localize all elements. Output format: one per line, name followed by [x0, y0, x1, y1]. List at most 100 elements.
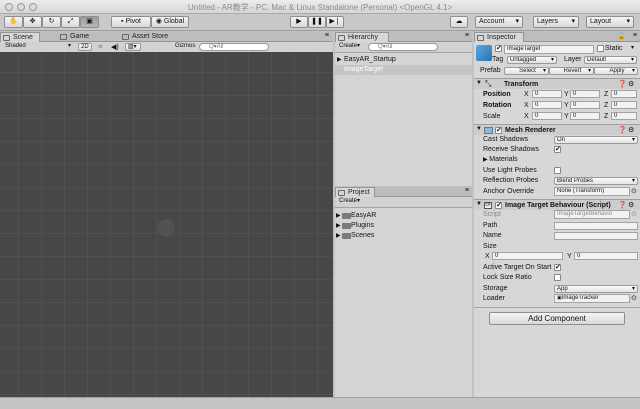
- expand-arrow-icon[interactable]: ▶: [337, 55, 342, 65]
- position-x-field[interactable]: 0: [532, 90, 562, 98]
- shading-dropdown[interactable]: Shaded ▾: [3, 43, 73, 51]
- lock-icon[interactable]: 🔒: [617, 32, 626, 40]
- play-button[interactable]: ▶: [290, 16, 308, 28]
- tab-project[interactable]: Project: [335, 187, 375, 197]
- prefab-revert-button[interactable]: Revert: [549, 67, 594, 75]
- layer-dropdown[interactable]: Default: [584, 56, 637, 64]
- mesh-renderer-enabled-checkbox[interactable]: ✔: [495, 127, 502, 134]
- scene-search-input[interactable]: Q▾All: [199, 43, 269, 51]
- tab-scene[interactable]: Scene: [0, 32, 40, 42]
- lighting-icon[interactable]: ☼: [97, 43, 103, 50]
- gear-icon[interactable]: ⚙: [628, 201, 634, 209]
- light-probes-checkbox[interactable]: [554, 167, 561, 174]
- image-target-header[interactable]: ▼ c# ✔ Image Target Behaviour (Script) ❓…: [474, 199, 640, 210]
- scene-viewport[interactable]: [0, 52, 333, 397]
- pause-button[interactable]: ❚❚: [308, 16, 326, 28]
- hierarchy-item-imagetarget[interactable]: ImageTarget: [335, 65, 472, 75]
- reflection-probes-dropdown[interactable]: Blend Probes: [554, 177, 638, 185]
- tab-asset-store[interactable]: Asset Store: [120, 32, 180, 42]
- effects-dropdown[interactable]: ▨▾: [125, 43, 141, 51]
- foldout-arrow-icon[interactable]: ▼: [476, 126, 482, 132]
- foldout-arrow-icon[interactable]: ▼: [476, 80, 482, 86]
- size-y-field[interactable]: 0: [574, 252, 638, 260]
- loader-field[interactable]: ▣ImageTracker: [554, 294, 630, 303]
- expand-arrow-icon[interactable]: ▶: [336, 211, 341, 221]
- image-target-enabled-checkbox[interactable]: ✔: [495, 202, 502, 209]
- name-field[interactable]: [554, 232, 638, 240]
- gear-icon[interactable]: ⚙: [628, 126, 634, 134]
- active-target-checkbox[interactable]: ✔: [554, 264, 561, 271]
- storage-dropdown[interactable]: App: [554, 285, 638, 293]
- scale-z-label: Z: [604, 113, 609, 120]
- move-tool-button[interactable]: ✥: [23, 16, 42, 28]
- position-z-field[interactable]: 0: [611, 90, 637, 98]
- path-field[interactable]: [554, 222, 638, 230]
- scale-z-field[interactable]: 0: [611, 112, 637, 120]
- chevron-down-icon[interactable]: ▾: [631, 44, 634, 51]
- toggle-2d-button[interactable]: 2D: [78, 43, 92, 51]
- hand-tool-button[interactable]: ✋: [4, 16, 23, 28]
- hierarchy-create-dropdown[interactable]: Create▾: [337, 43, 365, 51]
- panel-menu-icon[interactable]: ≡: [325, 32, 329, 39]
- tag-dropdown[interactable]: Untagged: [507, 56, 557, 64]
- reflection-probes-value: Blend Probes: [557, 178, 594, 184]
- anchor-override-field[interactable]: None (Transform): [554, 187, 630, 196]
- active-checkbox[interactable]: ✔: [495, 45, 502, 52]
- account-dropdown[interactable]: Account ▾: [475, 16, 523, 28]
- foldout-arrow-icon[interactable]: ▼: [476, 201, 482, 207]
- prefab-select-button[interactable]: Select: [504, 67, 549, 75]
- prefab-revert-label: Revert: [563, 68, 582, 74]
- expand-arrow-icon[interactable]: ▶: [336, 231, 341, 241]
- project-folder-scenes[interactable]: ▶ Scenes: [335, 231, 374, 241]
- pivot-label: Pivot: [125, 18, 141, 25]
- layout-dropdown[interactable]: Layout ▾: [586, 16, 634, 28]
- cloud-button[interactable]: ☁: [450, 16, 468, 28]
- hierarchy-search-input[interactable]: Q▾All: [368, 43, 438, 51]
- object-name-field[interactable]: ImageTarget: [504, 45, 594, 54]
- scale-tool-button[interactable]: ⤢: [61, 16, 80, 28]
- step-button[interactable]: ▶❘: [326, 16, 344, 28]
- project-folder-plugins[interactable]: ▶ Plugins: [335, 221, 374, 231]
- panel-menu-icon[interactable]: ≡: [465, 32, 469, 39]
- expand-arrow-icon[interactable]: ▶: [336, 221, 341, 231]
- rotation-y-field[interactable]: 0: [570, 101, 600, 109]
- scale-y-field[interactable]: 0: [570, 112, 600, 120]
- help-icon[interactable]: ❓: [618, 80, 627, 88]
- object-picker-icon[interactable]: ⊙: [631, 294, 637, 302]
- hierarchy-item-easyar-startup[interactable]: ▶ EasyAR_Startup: [335, 55, 472, 65]
- add-component-button[interactable]: Add Component: [489, 312, 625, 325]
- help-icon[interactable]: ❓: [618, 126, 627, 134]
- rotation-z-field[interactable]: 0: [611, 101, 637, 109]
- lock-size-ratio-checkbox[interactable]: [554, 274, 561, 281]
- tab-game[interactable]: Game: [58, 32, 98, 42]
- project-folder-easyar[interactable]: ▶ EasyAR: [335, 211, 376, 221]
- panel-menu-icon[interactable]: ≡: [633, 32, 637, 39]
- prefab-apply-button[interactable]: Apply: [594, 67, 638, 75]
- help-icon[interactable]: ❓: [618, 201, 627, 209]
- global-toggle-button[interactable]: ◉ Global: [151, 16, 189, 28]
- panel-menu-icon[interactable]: ≡: [465, 187, 469, 194]
- gear-icon[interactable]: ⚙: [628, 80, 634, 88]
- rect-tool-button[interactable]: ▣: [80, 16, 99, 28]
- project-create-dropdown[interactable]: Create▾: [337, 198, 365, 206]
- rotation-x-field[interactable]: 0: [532, 101, 562, 109]
- static-checkbox[interactable]: [597, 45, 604, 52]
- position-y-value: 0: [573, 91, 577, 97]
- tab-inspector[interactable]: Inspector: [474, 32, 524, 42]
- audio-icon[interactable]: ◀): [111, 43, 119, 51]
- materials-foldout[interactable]: ▶ Materials: [483, 155, 518, 165]
- scale-x-field[interactable]: 0: [532, 112, 562, 120]
- rotate-tool-button[interactable]: ↻: [42, 16, 61, 28]
- position-y-field[interactable]: 0: [570, 90, 600, 98]
- pivot-toggle-button[interactable]: ▪ Pivot: [111, 16, 151, 28]
- tab-hierarchy[interactable]: Hierarchy: [335, 32, 389, 42]
- gizmos-dropdown[interactable]: Gizmos: [173, 43, 197, 51]
- cast-shadows-dropdown[interactable]: On: [554, 136, 638, 144]
- layers-dropdown[interactable]: Layers ▾: [533, 16, 579, 28]
- project-create-label: Create: [339, 198, 358, 204]
- transform-header[interactable]: ▼ ⤡ Transform ❓ ⚙: [474, 78, 640, 89]
- object-picker-icon[interactable]: ⊙: [631, 187, 637, 195]
- receive-shadows-checkbox[interactable]: ✔: [554, 146, 561, 153]
- mesh-renderer-header[interactable]: ▼ ✔ Mesh Renderer ❓ ⚙: [474, 124, 640, 135]
- size-x-field[interactable]: 0: [492, 252, 563, 260]
